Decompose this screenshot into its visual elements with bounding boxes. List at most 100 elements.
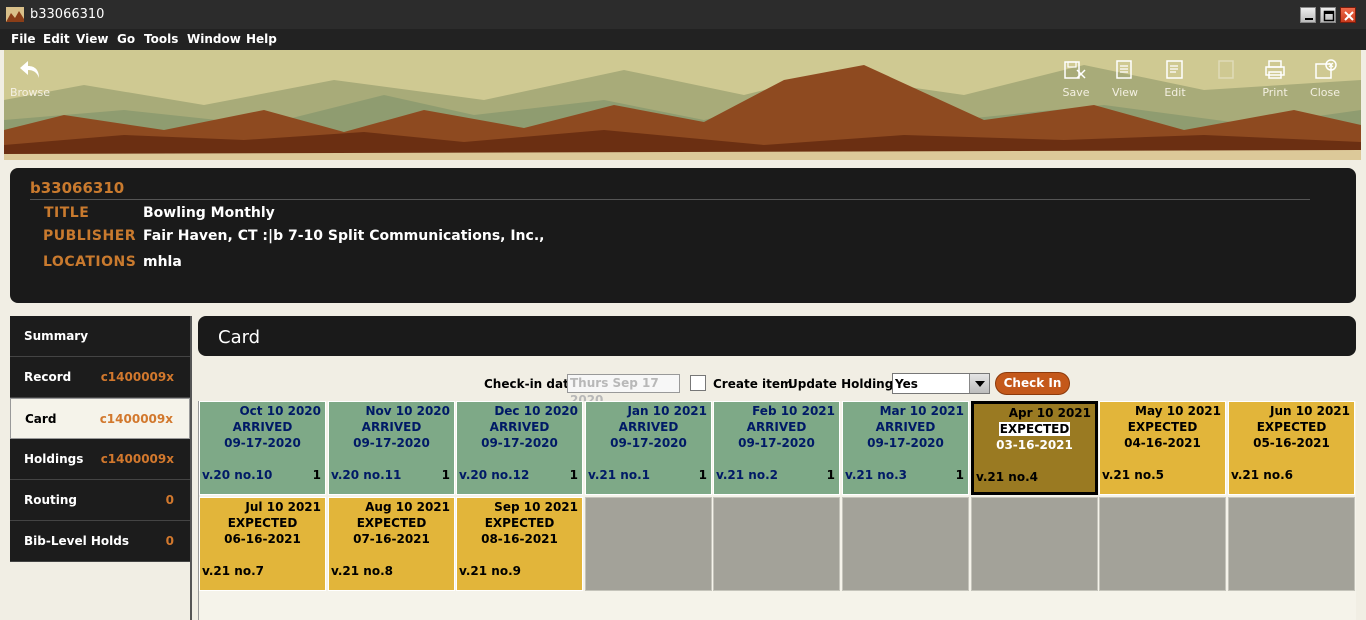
issue-cell[interactable]: Aug 10 2021 EXPECTED 07-16-2021 v.21 no.8	[328, 497, 455, 591]
checkin-date-field[interactable]: Thurs Sep 17 2020	[567, 374, 680, 407]
publisher-field-label: PUBLISHER	[43, 228, 137, 244]
sidebar-item-card[interactable]: Card c1400009x	[10, 398, 190, 439]
issue-date: Apr 10 2021	[1008, 406, 1091, 420]
browse-button[interactable]: Browse	[8, 58, 52, 99]
sidebar-item-summary[interactable]: Summary	[10, 316, 190, 357]
close-button[interactable]: Close	[1303, 58, 1347, 99]
issue-received-date: 08-16-2021	[481, 532, 558, 546]
print-button[interactable]: Print	[1253, 58, 1297, 99]
locations-field-label: LOCATIONS	[43, 254, 137, 270]
issue-cell[interactable]: Dec 10 2020 ARRIVED 09-17-2020 v.20 no.12 1	[456, 401, 583, 495]
sidebar-item-count: c1400009x	[100, 370, 174, 384]
issue-status: EXPECTED	[998, 422, 1071, 436]
menu-bar: File Edit View Go Tools Window Help	[0, 29, 1366, 50]
issue-volume: v.20 no.12	[459, 468, 530, 482]
sidebar-item-count: 0	[165, 493, 174, 507]
sidebar-item-label: Record	[24, 370, 72, 384]
issue-received-date: 04-16-2021	[1124, 436, 1201, 450]
sidebar-item-count: c1400009x	[100, 452, 174, 466]
create-item-checkbox[interactable]	[690, 375, 706, 391]
empty-cell	[842, 497, 969, 591]
save-button[interactable]: Save	[1054, 58, 1098, 99]
close-record-icon	[1315, 59, 1337, 79]
issue-received-date: 09-17-2020	[610, 436, 687, 450]
menu-edit[interactable]: Edit	[43, 32, 70, 46]
issue-status-line: EXPECTED	[200, 516, 325, 530]
sidebar-item-label: Holdings	[24, 452, 84, 466]
issue-volume: v.21 no.9	[459, 564, 521, 578]
issue-cell[interactable]: Jan 10 2021 ARRIVED 09-17-2020 v.21 no.1 1	[585, 401, 712, 495]
issue-date: May 10 2021	[1135, 404, 1221, 418]
title-field-label: TITLE	[44, 205, 90, 221]
issue-status: EXPECTED	[227, 516, 298, 530]
issue-received-date: 09-17-2020	[224, 436, 301, 450]
update-holdings-select[interactable]: Yes	[892, 373, 990, 394]
issue-volume: v.21 no.7	[202, 564, 264, 578]
issue-date: Jun 10 2021	[1269, 404, 1350, 418]
browse-label: Browse	[9, 86, 51, 99]
title-bar: b33066310	[0, 0, 1366, 29]
divider	[30, 199, 1310, 200]
issue-received-date: 06-16-2021	[224, 532, 301, 546]
menu-file[interactable]: File	[11, 32, 36, 46]
sidebar: Summary Record c1400009x Card c1400009x …	[10, 316, 190, 562]
issue-cell[interactable]: Apr 10 2021 EXPECTED 03-16-2021 v.21 no.4	[971, 401, 1098, 495]
empty-cell	[1228, 497, 1355, 591]
issue-volume: v.21 no.2	[716, 468, 778, 482]
issue-copies: 1	[826, 468, 835, 482]
sidebar-item-count: 0	[165, 534, 174, 548]
issue-cell[interactable]: Feb 10 2021 ARRIVED 09-17-2020 v.21 no.2 1	[713, 401, 840, 495]
issue-status-line: ARRIVED	[714, 420, 839, 434]
issue-cell[interactable]: Jun 10 2021 EXPECTED 05-16-2021 v.21 no.6	[1228, 401, 1355, 495]
menu-view[interactable]: View	[76, 32, 108, 46]
issue-received-date: 03-16-2021	[996, 438, 1073, 452]
dropdown-arrow[interactable]	[969, 374, 989, 393]
issue-cell[interactable]: Mar 10 2021 ARRIVED 09-17-2020 v.21 no.3 1	[842, 401, 969, 495]
menu-tools[interactable]: Tools	[144, 32, 178, 46]
check-in-button[interactable]: Check In	[995, 372, 1070, 395]
issue-status: EXPECTED	[1127, 420, 1198, 434]
issue-received-date: 09-17-2020	[481, 436, 558, 450]
sidebar-item-record[interactable]: Record c1400009x	[10, 357, 190, 398]
issue-cell[interactable]: Oct 10 2020 ARRIVED 09-17-2020 v.20 no.10 1	[199, 401, 326, 495]
issue-copies: 1	[441, 468, 450, 482]
issue-date: Nov 10 2020	[365, 404, 450, 418]
issue-grid: Oct 10 2020 ARRIVED 09-17-2020 v.20 no.10 1 N…	[198, 401, 1356, 620]
issue-status: ARRIVED	[746, 420, 807, 434]
issue-cell[interactable]: May 10 2021 EXPECTED 04-16-2021 v.21 no.5	[1099, 401, 1226, 495]
issue-cell[interactable]: Nov 10 2020 ARRIVED 09-17-2020 v.20 no.11 1	[328, 401, 455, 495]
menu-help[interactable]: Help	[246, 32, 277, 46]
issue-copies: 1	[698, 468, 707, 482]
edit-button[interactable]: Edit	[1153, 58, 1197, 99]
issue-volume: v.21 no.5	[1102, 468, 1164, 482]
view-label: View	[1111, 86, 1139, 99]
view-icon	[1116, 60, 1132, 79]
issue-status-line: EXPECTED	[1100, 420, 1225, 434]
sidebar-item-routing[interactable]: Routing 0	[10, 480, 190, 521]
maximize-button[interactable]	[1320, 7, 1336, 23]
issue-received-date: 09-17-2020	[738, 436, 815, 450]
issue-status-line: ARRIVED	[843, 420, 968, 434]
menu-go[interactable]: Go	[117, 32, 135, 46]
record-header-panel: b33066310 TITLE Bowling Monthly PUBLISHE…	[10, 168, 1356, 303]
issue-received-date: 07-16-2021	[353, 532, 430, 546]
issue-status-line: EXPECTED	[1229, 420, 1354, 434]
print-icon	[1265, 60, 1285, 79]
issue-cell[interactable]: Sep 10 2021 EXPECTED 08-16-2021 v.21 no.9	[456, 497, 583, 591]
menu-window[interactable]: Window	[187, 32, 241, 46]
record-number: b33066310	[30, 179, 125, 197]
save-label: Save	[1062, 86, 1090, 99]
sidebar-item-holdings[interactable]: Holdings c1400009x	[10, 439, 190, 480]
close-window-button[interactable]	[1340, 7, 1356, 23]
edit-icon	[1166, 60, 1183, 79]
toolbar-banner: Browse Save View Edit Print Close	[4, 50, 1361, 160]
issue-status-line: EXPECTED	[457, 516, 582, 530]
view-button[interactable]: View	[1103, 58, 1147, 99]
sidebar-item-count: c1400009x	[99, 412, 173, 426]
issue-cell[interactable]: Jul 10 2021 EXPECTED 06-16-2021 v.21 no.7	[199, 497, 326, 591]
issue-volume: v.21 no.4	[976, 470, 1038, 484]
sidebar-item-bib-level-holds[interactable]: Bib-Level Holds 0	[10, 521, 190, 562]
minimize-button[interactable]	[1300, 7, 1316, 23]
empty-cell	[1099, 497, 1226, 591]
issue-volume: v.21 no.8	[331, 564, 393, 578]
